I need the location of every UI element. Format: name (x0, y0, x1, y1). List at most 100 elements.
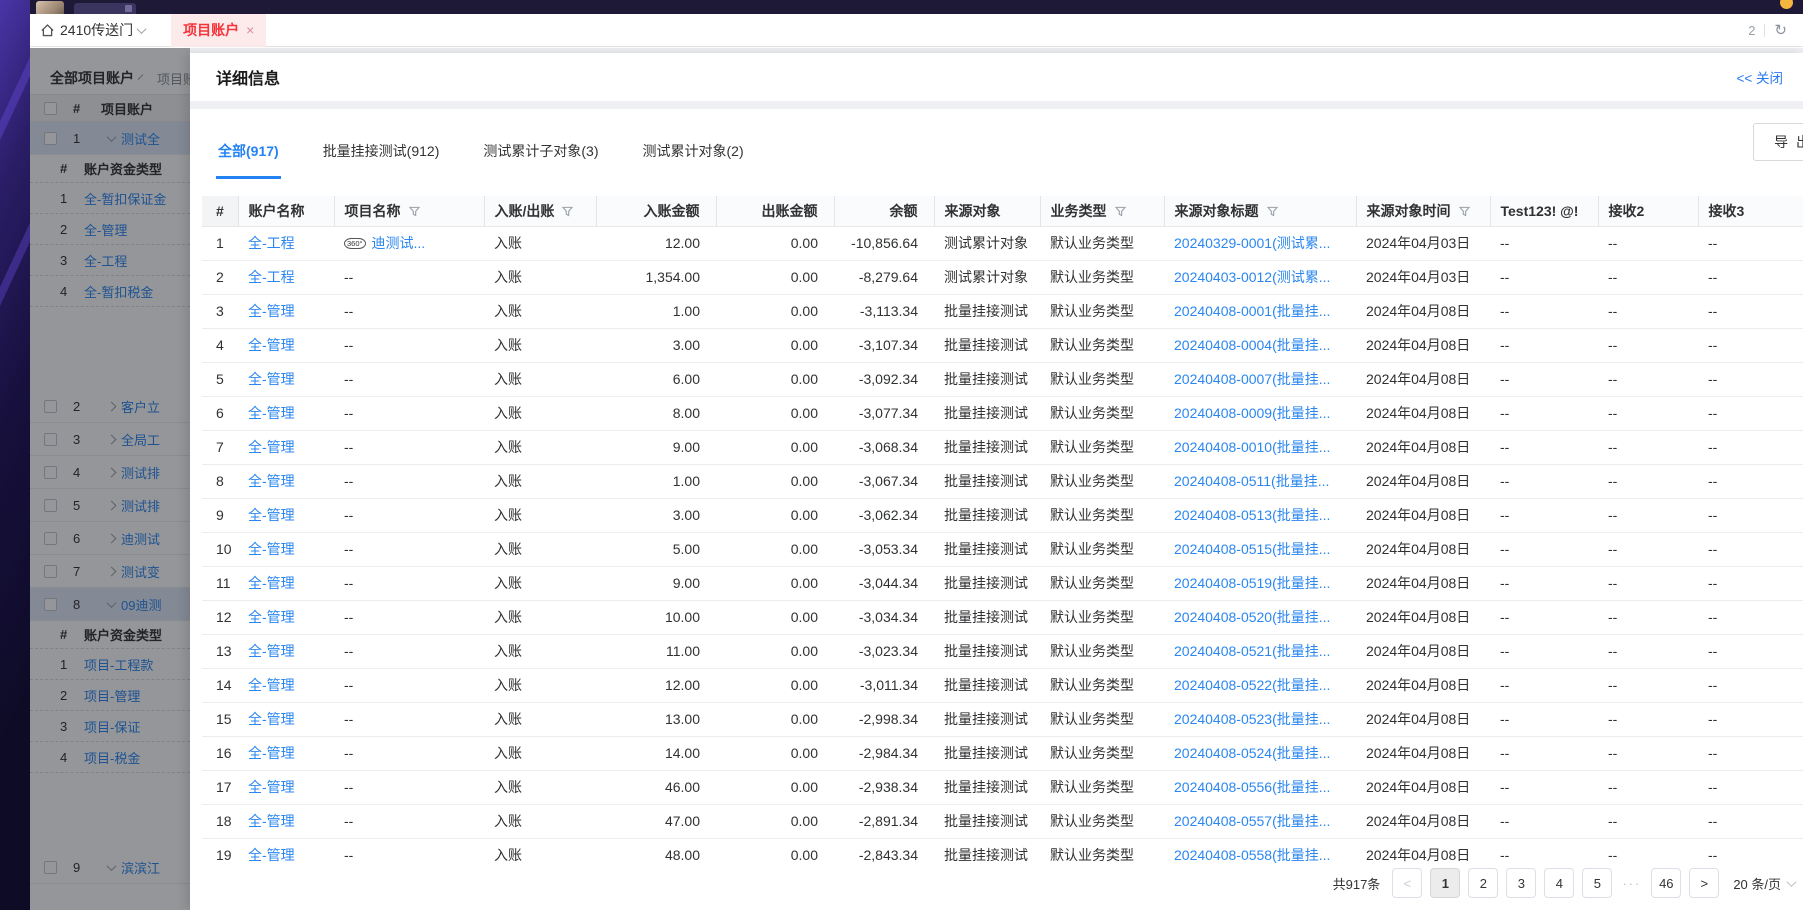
page-button-46[interactable]: 46 (1651, 868, 1681, 898)
column-header[interactable]: 业务类型 (1040, 196, 1164, 226)
column-header[interactable]: 来源对象标题 (1164, 196, 1356, 226)
table-cell: 9.00 (596, 430, 716, 464)
table-cell: -3,011.34 (834, 668, 934, 702)
account-link[interactable]: 全-管理 (248, 609, 295, 625)
table-cell: -- (334, 634, 484, 668)
account-link[interactable]: 全-管理 (248, 575, 295, 591)
source-title-link[interactable]: 20240408-0556(批量挂... (1174, 779, 1330, 795)
table-row: 6全-管理--入账8.000.00-3,077.34批量挂接测试默认业务类型20… (202, 396, 1803, 430)
account-link[interactable]: 全-管理 (248, 303, 295, 319)
table-cell: 测试累计对象 (934, 260, 1040, 294)
table-cell: 15 (202, 702, 238, 736)
source-title-link[interactable]: 20240408-0557(批量挂... (1174, 813, 1330, 829)
source-title-link[interactable]: 20240408-0522(批量挂... (1174, 677, 1330, 693)
account-link[interactable]: 全-管理 (248, 473, 295, 489)
source-title-link[interactable]: 20240408-0010(批量挂... (1174, 439, 1330, 455)
collapse-panel-link[interactable]: << 关闭 (1736, 67, 1783, 87)
tab-count: 2 (1748, 23, 1755, 38)
browser-tab-stub[interactable] (74, 3, 136, 14)
source-title-link[interactable]: 20240408-0520(批量挂... (1174, 609, 1330, 625)
column-header[interactable]: 项目名称 (334, 196, 484, 226)
account-link[interactable]: 全-工程 (248, 269, 295, 285)
table-cell: 2024年04月08日 (1356, 430, 1490, 464)
close-tab-icon[interactable]: × (246, 22, 254, 38)
prev-page-button[interactable]: < (1392, 868, 1422, 898)
table-row: 11全-管理--入账9.000.00-3,044.34批量挂接测试默认业务类型2… (202, 566, 1803, 600)
page-button-1[interactable]: 1 (1430, 868, 1460, 898)
table-cell: 入账 (484, 532, 596, 566)
avatar[interactable] (36, 1, 64, 14)
table-cell: 全-管理 (238, 566, 334, 600)
detail-tab-3[interactable]: 测试累计对象(2) (641, 141, 746, 179)
account-link[interactable]: 全-管理 (248, 813, 295, 829)
account-link[interactable]: 全-管理 (248, 405, 295, 421)
account-link[interactable]: 全-工程 (248, 235, 295, 251)
table-row: 16全-管理--入账14.000.00-2,984.34批量挂接测试默认业务类型… (202, 736, 1803, 770)
account-link[interactable]: 全-管理 (248, 745, 295, 761)
table-cell: -- (334, 430, 484, 464)
table-cell: 0.00 (716, 260, 834, 294)
filter-icon[interactable] (1267, 206, 1278, 217)
column-header[interactable]: 入账/出账 (484, 196, 596, 226)
detail-tab-0[interactable]: 全部(917) (216, 141, 281, 179)
account-link[interactable]: 全-管理 (248, 507, 295, 523)
account-link[interactable]: 全-管理 (248, 541, 295, 557)
table-cell: 9 (202, 498, 238, 532)
account-link[interactable]: 全-管理 (248, 779, 295, 795)
source-title-link[interactable]: 20240408-0524(批量挂... (1174, 745, 1330, 761)
filter-icon[interactable] (1115, 206, 1126, 217)
table-cell: 1.00 (596, 294, 716, 328)
filter-icon[interactable] (409, 206, 420, 217)
table-cell: 2024年04月08日 (1356, 770, 1490, 804)
table-cell: 2024年04月08日 (1356, 294, 1490, 328)
source-title-link[interactable]: 20240408-0007(批量挂... (1174, 371, 1330, 387)
source-title-link[interactable]: 20240329-0001(测试累... (1174, 235, 1330, 251)
source-title-link[interactable]: 20240408-0004(批量挂... (1174, 337, 1330, 353)
refresh-icon[interactable]: ↻ (1774, 21, 1787, 39)
account-link[interactable]: 全-管理 (248, 711, 295, 727)
export-button[interactable]: 导 出 (1753, 123, 1803, 161)
source-title-link[interactable]: 20240408-0511(批量挂... (1174, 473, 1329, 489)
detail-tab-1[interactable]: 批量挂接测试(912) (321, 141, 442, 179)
account-link[interactable]: 全-管理 (248, 643, 295, 659)
source-title-link[interactable]: 20240408-0521(批量挂... (1174, 643, 1330, 659)
page-size-select[interactable]: 20 条/页 (1733, 874, 1795, 893)
filter-icon[interactable] (1459, 206, 1470, 217)
project-link[interactable]: 360°迪测试... (344, 235, 425, 251)
account-link[interactable]: 全-管理 (248, 677, 295, 693)
column-header[interactable]: 来源对象时间 (1356, 196, 1490, 226)
next-page-button[interactable]: > (1689, 868, 1719, 898)
table-cell: -- (334, 396, 484, 430)
account-link[interactable]: 全-管理 (248, 337, 295, 353)
account-link[interactable]: 全-管理 (248, 439, 295, 455)
table-cell: -3,067.34 (834, 464, 934, 498)
source-title-link[interactable]: 20240408-0519(批量挂... (1174, 575, 1330, 591)
table-cell: -- (1698, 396, 1803, 430)
source-title-link[interactable]: 20240408-0515(批量挂... (1174, 541, 1330, 557)
source-title-link[interactable]: 20240408-0009(批量挂... (1174, 405, 1330, 421)
account-link[interactable]: 全-管理 (248, 371, 295, 387)
page-button-5[interactable]: 5 (1582, 868, 1612, 898)
table-cell: 默认业务类型 (1040, 600, 1164, 634)
table-cell: -- (1598, 600, 1698, 634)
source-title-link[interactable]: 20240408-0001(批量挂... (1174, 303, 1330, 319)
home-menu-2410[interactable]: 2410传送门 (40, 20, 145, 40)
tab-project-account[interactable]: 项目账户 × (171, 14, 266, 47)
source-title-link[interactable]: 20240408-0558(批量挂... (1174, 847, 1330, 863)
source-title-link[interactable]: 20240403-0012(测试累... (1174, 269, 1330, 285)
filter-icon[interactable] (562, 206, 573, 217)
source-title-link[interactable]: 20240408-0523(批量挂... (1174, 711, 1330, 727)
source-title-link[interactable]: 20240408-0513(批量挂... (1174, 507, 1330, 523)
column-header: 入账金额 (596, 196, 716, 226)
account-link[interactable]: 全-管理 (248, 847, 295, 863)
detail-tab-2[interactable]: 测试累计子对象(3) (481, 141, 600, 179)
table-cell: 2024年04月08日 (1356, 362, 1490, 396)
chevron-down-icon (1787, 877, 1797, 887)
table-cell: 全-管理 (238, 430, 334, 464)
table-cell: -- (334, 838, 484, 863)
page-button-2[interactable]: 2 (1468, 868, 1498, 898)
page-button-4[interactable]: 4 (1544, 868, 1574, 898)
page-button-3[interactable]: 3 (1506, 868, 1536, 898)
ledger-table: #账户名称项目名称入账/出账入账金额出账金额余额来源对象业务类型来源对象标题来源… (202, 196, 1803, 863)
modal-backdrop[interactable] (30, 48, 190, 910)
